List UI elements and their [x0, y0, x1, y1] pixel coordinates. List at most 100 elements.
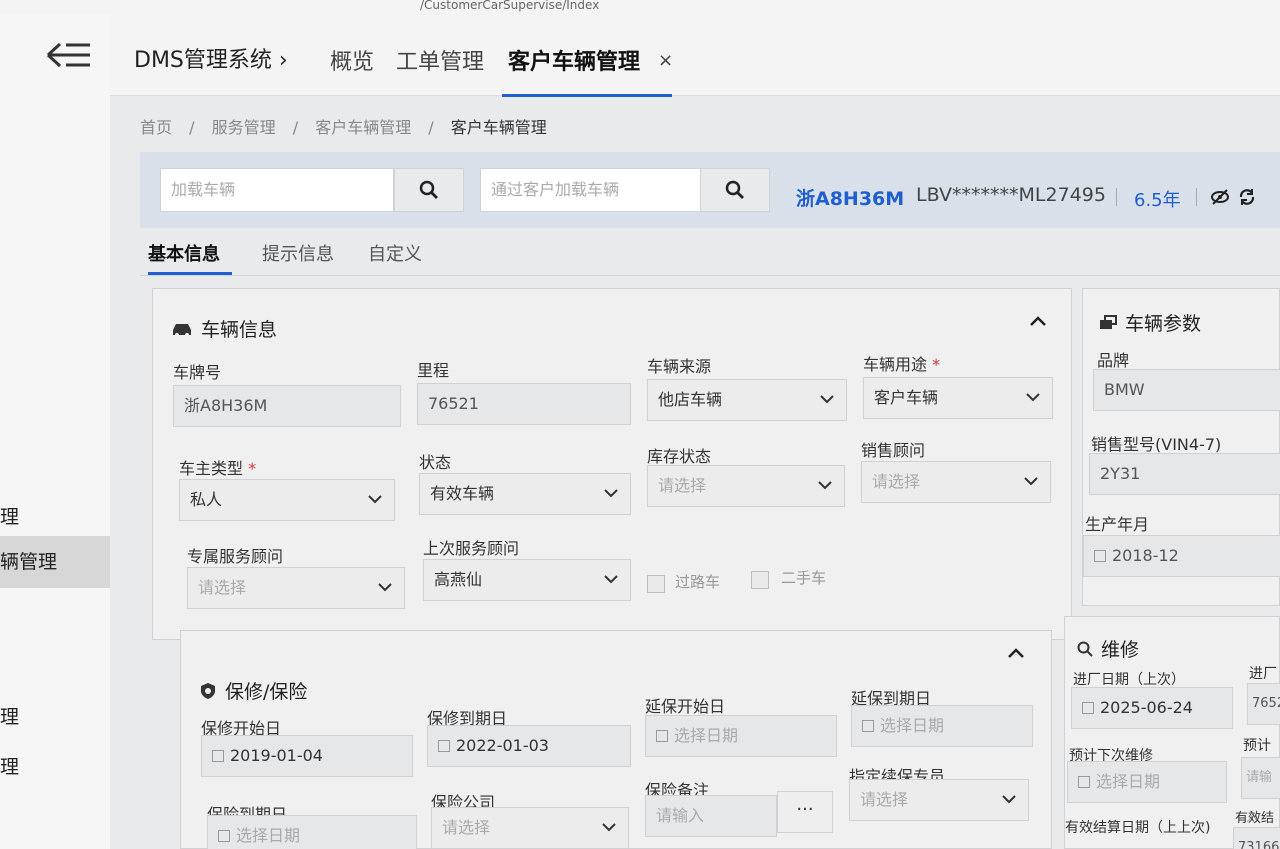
tab-customer-vehicles[interactable]: 客户车辆管理 [508, 44, 640, 76]
chevron-down-icon [1026, 393, 1040, 402]
insurance-note-field[interactable]: 请输入 [645, 795, 777, 837]
plate-field[interactable]: 浙A8H36M [173, 385, 401, 427]
close-tab-icon[interactable]: × [658, 50, 673, 71]
calendar-icon [212, 750, 224, 762]
last-advisor-select[interactable]: 高燕仙 [423, 559, 631, 601]
transit-checkbox[interactable] [647, 575, 665, 593]
search-icon [725, 180, 744, 199]
insurance-company-value: 请选择 [442, 818, 491, 837]
owner-type-value: 私人 [190, 490, 223, 509]
sidebar-item-vehicle-mgmt[interactable]: 辆管理 [0, 536, 110, 588]
breadcrumb-item[interactable]: 客户车辆管理 [315, 118, 411, 137]
sidebar-item[interactable]: 理 [0, 752, 19, 779]
search-icon [1077, 641, 1093, 657]
owner-type-select[interactable]: 私人 [179, 479, 395, 521]
breadcrumb-separator: / [428, 118, 434, 137]
calendar-icon [862, 720, 874, 732]
calendar-icon [1094, 550, 1106, 562]
breadcrumb-separator: / [189, 118, 195, 137]
renewal-agent-select[interactable]: 请选择 [849, 779, 1029, 821]
sales-advisor-label: 销售顾问 [861, 441, 926, 460]
calendar-icon [1082, 702, 1094, 714]
calendar-icon [438, 740, 450, 752]
mileage-label: 里程 [417, 361, 450, 380]
hide-eye-icon[interactable] [1210, 188, 1230, 210]
last-advisor-value: 高燕仙 [434, 570, 483, 589]
current-vin: LBV*******ML27495 [916, 184, 1106, 206]
service-advisor-select[interactable]: 请选择 [187, 567, 405, 609]
insurance-company-select[interactable]: 请选择 [431, 807, 629, 849]
sidebar-item[interactable]: 理 [0, 702, 19, 729]
active-subtab-indicator [148, 272, 232, 275]
search-vehicle-button[interactable] [394, 168, 464, 212]
renewal-agent-value: 请选择 [860, 790, 909, 809]
mileage-field[interactable]: 76521 [417, 383, 631, 425]
vehicle-info-title: 车辆信息 [171, 315, 277, 342]
brand-label: 品牌 [1097, 351, 1130, 370]
mileage-in-field[interactable]: 7652 [1247, 683, 1280, 725]
refresh-icon[interactable] [1238, 188, 1256, 210]
ext-warranty-start-label: 延保开始日 [645, 697, 726, 716]
subtab-hints[interactable]: 提示信息 [262, 240, 334, 266]
more-options-button[interactable]: ··· [777, 791, 833, 833]
stock-select[interactable]: 请选择 [647, 465, 845, 507]
breadcrumb-item[interactable]: 首页 [140, 118, 172, 137]
current-plate[interactable]: 浙A8H36M [796, 184, 904, 211]
sales-advisor-select[interactable]: 请选择 [861, 461, 1051, 503]
insurance-end-field[interactable]: 选择日期 [207, 815, 417, 849]
next-repair-field[interactable]: 选择日期 [1067, 761, 1227, 803]
service-advisor-label: 专属服务顾问 [187, 547, 284, 566]
vehicle-info-panel: 车辆信息 车牌号 浙A8H36M 里程 76521 车辆来源 他店车辆 车辆用途… [152, 288, 1072, 640]
transit-label: 过路车 [675, 573, 721, 591]
divider [1196, 188, 1197, 206]
app-title[interactable]: DMS管理系统 › [134, 42, 288, 74]
collapse-panel-icon[interactable] [1007, 647, 1025, 659]
production-date-label: 生产年月 [1085, 515, 1150, 534]
used-car-label: 二手车 [781, 569, 827, 587]
search-icon [419, 180, 438, 199]
ext-warranty-start-field[interactable]: 选择日期 [645, 715, 837, 757]
load-by-customer-input[interactable]: 通过客户加载车辆 [480, 168, 702, 212]
warranty-end-field[interactable]: 2022-01-03 [427, 725, 631, 767]
collapse-panel-icon[interactable] [1029, 315, 1047, 327]
owner-type-label: 车主类型 * [179, 459, 257, 478]
breadcrumb-separator: / [292, 118, 299, 137]
car-params-icon [1100, 314, 1117, 329]
vehicle-params-panel: 车辆参数 品牌 BMW 销售型号(VIN4-7) 2Y31 生产年月 2018-… [1082, 288, 1280, 606]
model-field[interactable]: 2Y31 [1089, 453, 1280, 495]
brand-field[interactable]: BMW [1093, 369, 1280, 411]
calendar-icon [1078, 776, 1090, 788]
status-select[interactable]: 有效车辆 [419, 473, 631, 515]
settle-mileage-field[interactable]: 73166 [1233, 827, 1280, 849]
top-header: DMS管理系统 › 概览 工单管理 客户车辆管理 × [110, 14, 1280, 97]
calendar-icon [656, 730, 668, 742]
plate-label: 车牌号 [173, 363, 222, 382]
subtab-custom[interactable]: 自定义 [368, 240, 422, 266]
tab-overview[interactable]: 概览 [330, 44, 374, 76]
calendar-icon [218, 830, 230, 842]
sidebar-item[interactable]: 理 [0, 502, 19, 529]
tab-work-orders[interactable]: 工单管理 [396, 44, 484, 76]
warranty-panel: 保修/保险 保修开始日 2019-01-04 保修到期日 2022-01-03 … [180, 630, 1052, 849]
warranty-start-field[interactable]: 2019-01-04 [201, 735, 413, 777]
breadcrumb-item[interactable]: 服务管理 [212, 118, 276, 137]
source-select[interactable]: 他店车辆 [647, 379, 847, 421]
last-advisor-label: 上次服务顾问 [423, 539, 520, 558]
subtab-basic-info[interactable]: 基本信息 [148, 240, 220, 266]
collapse-menu-icon[interactable] [44, 40, 94, 70]
last-in-date-field[interactable]: 2025-06-24 [1071, 687, 1233, 729]
chevron-down-icon [378, 583, 392, 592]
chevron-down-icon [368, 495, 382, 504]
production-date-field[interactable]: 2018-12 [1083, 535, 1280, 577]
required-marker: * [932, 355, 941, 374]
status-value: 有效车辆 [430, 484, 495, 503]
browser-url-bar[interactable]: /CustomerCarSupervise/Index [0, 0, 1280, 14]
used-car-checkbox[interactable] [751, 571, 769, 589]
usage-select[interactable]: 客户车辆 [863, 377, 1053, 419]
usage-label: 车辆用途 * [863, 355, 941, 374]
search-customer-button[interactable] [700, 168, 770, 212]
next-mileage-field[interactable]: 请输入 [1241, 757, 1280, 825]
ext-warranty-end-field[interactable]: 选择日期 [851, 705, 1033, 747]
load-vehicle-input[interactable]: 加载车辆 [160, 168, 394, 212]
sidebar: 理 辆管理 理 理 [0, 14, 110, 849]
